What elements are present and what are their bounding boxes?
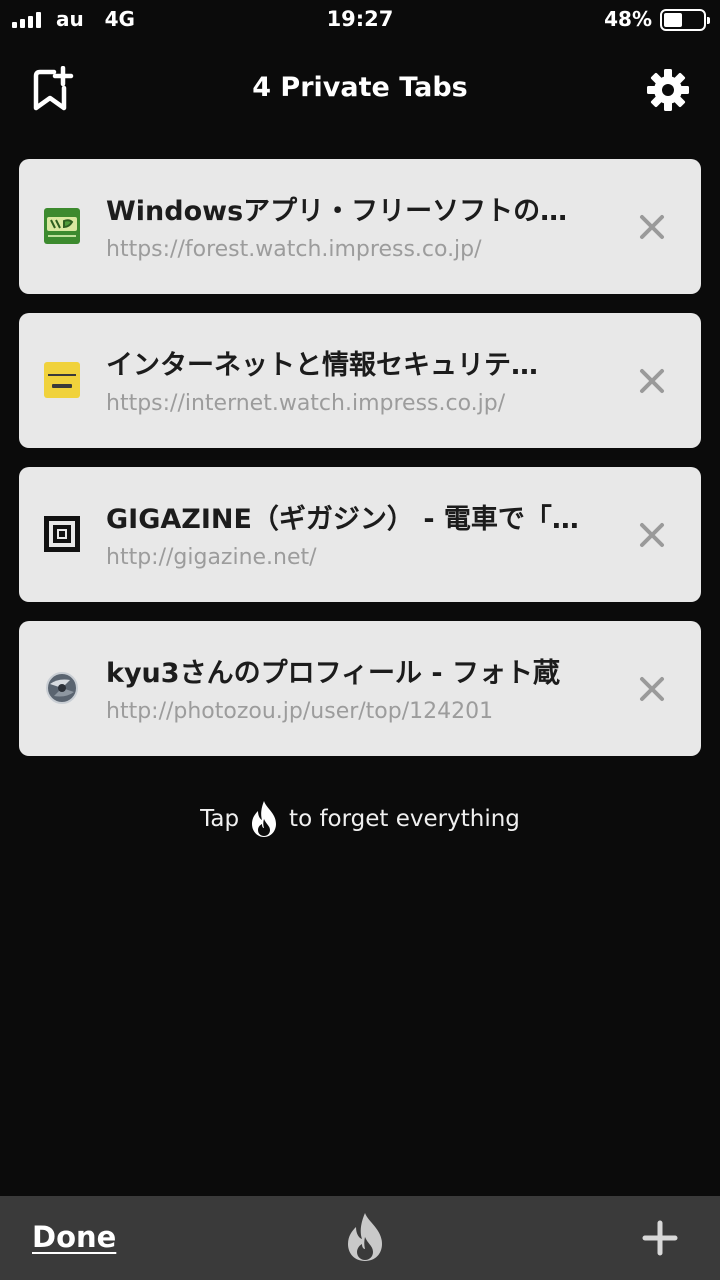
tab-url: https://forest.watch.impress.co.jp/ — [106, 237, 482, 262]
hint-text-after: to forget everything — [289, 806, 520, 832]
flame-icon — [252, 801, 277, 837]
page-title: 4 Private Tabs — [252, 72, 468, 103]
tab-card[interactable]: GIGAZINE（ギガジン） - 電車で「… http://gigazine.n… — [19, 467, 701, 602]
tab-list: Windowsアプリ・フリーソフトの… https://forest.watch… — [19, 159, 701, 775]
bottom-toolbar: Done — [0, 1196, 720, 1280]
tab-url: https://internet.watch.impress.co.jp/ — [106, 391, 506, 416]
status-bar: au 4G 19:27 48% — [0, 0, 720, 40]
battery-icon — [660, 9, 710, 31]
flame-icon[interactable] — [344, 1212, 386, 1262]
hint-text-before: Tap — [200, 806, 240, 832]
settings-icon[interactable] — [646, 68, 690, 112]
plus-icon[interactable] — [642, 1220, 678, 1256]
close-icon[interactable] — [639, 368, 665, 394]
forget-hint: Tap to forget everything — [0, 800, 720, 838]
close-icon[interactable] — [639, 214, 665, 240]
tab-title: Windowsアプリ・フリーソフトの… — [106, 196, 568, 227]
tab-title: kyu3さんのプロフィール - フォト蔵 — [106, 658, 561, 689]
tab-url: http://gigazine.net/ — [106, 545, 317, 570]
close-icon[interactable] — [639, 522, 665, 548]
forest-watch-favicon — [44, 208, 80, 244]
close-icon[interactable] — [639, 676, 665, 702]
battery-percent: 48% — [604, 7, 652, 31]
done-button[interactable]: Done — [32, 1220, 116, 1254]
tab-url: http://photozou.jp/user/top/124201 — [106, 699, 494, 724]
tab-card[interactable]: kyu3さんのプロフィール - フォト蔵 http://photozou.jp/… — [19, 621, 701, 756]
photozou-favicon — [46, 672, 78, 704]
internet-watch-favicon — [44, 362, 80, 398]
gigazine-favicon — [44, 516, 80, 552]
tab-card[interactable]: Windowsアプリ・フリーソフトの… https://forest.watch… — [19, 159, 701, 294]
tab-title: GIGAZINE（ギガジン） - 電車で「… — [106, 504, 579, 535]
tab-card[interactable]: インターネットと情報セキュリテ… https://internet.watch.… — [19, 313, 701, 448]
tab-title: インターネットと情報セキュリテ… — [106, 350, 538, 381]
header: 4 Private Tabs — [0, 58, 720, 122]
